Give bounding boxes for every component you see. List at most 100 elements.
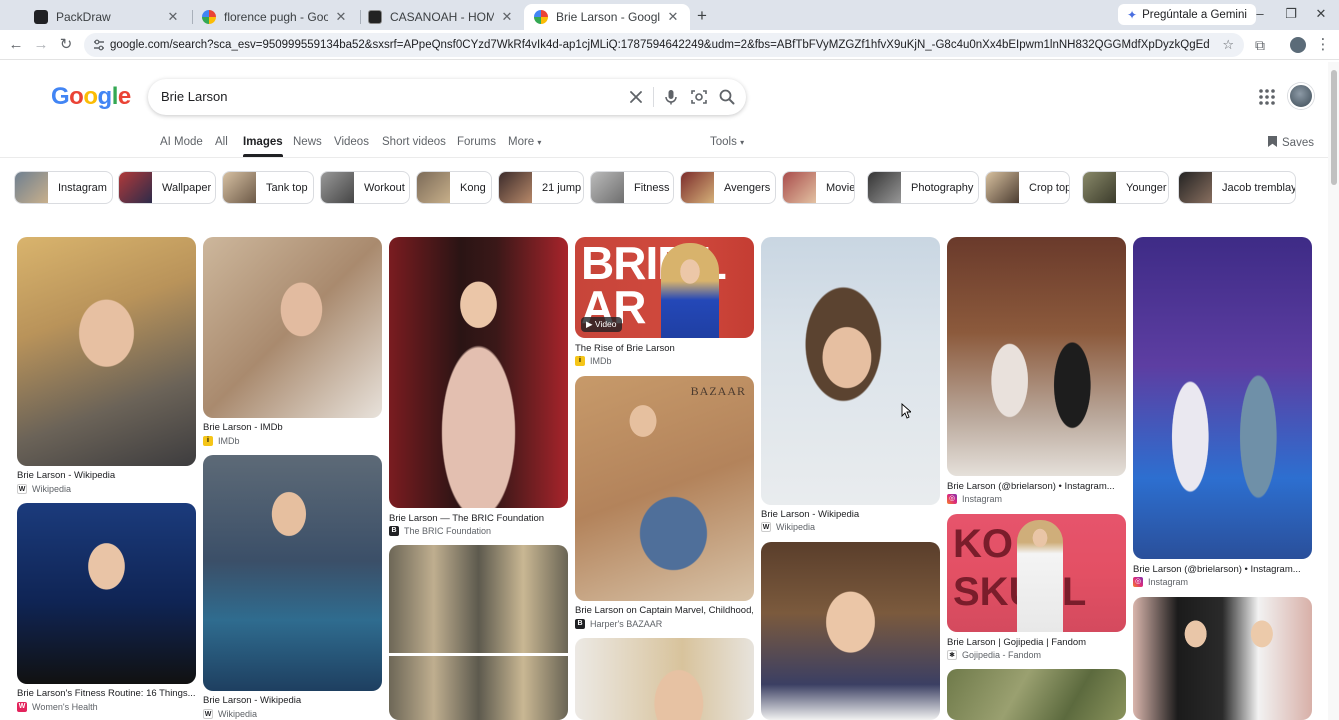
google-logo[interactable]: Google — [51, 83, 131, 111]
profile-avatar-small[interactable] — [1288, 35, 1308, 55]
result-image[interactable] — [203, 455, 382, 691]
browser-menu-icon[interactable]: ⋮ — [1313, 35, 1333, 55]
result-source[interactable]: W Women's Health — [17, 702, 98, 712]
tab-short-videos[interactable]: Short videos — [382, 136, 446, 148]
result-image[interactable]: BRIE LAR ▶ Video — [575, 237, 754, 338]
result-caption[interactable]: The Rise of Brie Larson — [575, 343, 753, 354]
result-image[interactable] — [1133, 597, 1312, 720]
result-image[interactable] — [947, 669, 1126, 720]
chip-jacob-tremblay[interactable]: Jacob tremblay — [1178, 171, 1296, 204]
search-icon[interactable] — [717, 87, 737, 107]
tab-forums[interactable]: Forums — [457, 136, 496, 148]
result-image[interactable] — [947, 237, 1126, 476]
result-caption[interactable]: Brie Larson - Wikipedia — [761, 509, 939, 520]
chip-younger[interactable]: Younger — [1082, 171, 1169, 204]
search-box[interactable]: Brie Larson — [148, 79, 746, 115]
source-label: Harper's BAZAAR — [590, 619, 663, 629]
clear-icon[interactable] — [626, 87, 646, 107]
result-source[interactable]: i IMDb — [575, 356, 612, 366]
tab-brie-larson[interactable]: Brie Larson - Google Search ✕ — [524, 4, 690, 30]
close-icon[interactable]: ✕ — [166, 9, 180, 25]
result-image[interactable] — [17, 503, 196, 684]
result-image[interactable]: KO SKULL — [947, 514, 1126, 632]
site-info-tune-icon[interactable] — [92, 38, 106, 52]
result-image[interactable] — [203, 237, 382, 418]
tools-button[interactable]: Tools ▾ — [710, 136, 744, 148]
result-caption[interactable]: Brie Larson - IMDb — [203, 422, 381, 433]
fandom-icon: ✱ — [947, 650, 957, 660]
chip-tank-top[interactable]: Tank top — [222, 171, 314, 204]
result-image[interactable] — [575, 638, 754, 720]
bookmark-star-icon[interactable]: ☆ — [1222, 37, 1234, 53]
result-source[interactable]: B Harper's BAZAAR — [575, 619, 662, 629]
tab-packdraw[interactable]: PackDraw ✕ — [24, 4, 190, 30]
tab-ai-mode[interactable]: AI Mode — [160, 136, 203, 148]
chip-thumbnail — [499, 172, 532, 203]
tab-images[interactable]: Images — [243, 136, 283, 157]
lens-camera-icon[interactable] — [689, 87, 709, 107]
tab-all[interactable]: All — [215, 136, 228, 148]
result-caption[interactable]: Brie Larson | Gojipedia | Fandom — [947, 637, 1125, 648]
chip-wallpaper[interactable]: Wallpaper — [118, 171, 216, 204]
result-source[interactable]: ◎ Instagram — [1133, 577, 1188, 587]
search-input[interactable]: Brie Larson — [161, 89, 227, 104]
tab-news[interactable]: News — [293, 136, 322, 148]
chip-workout[interactable]: Workout — [320, 171, 410, 204]
result-image[interactable] — [761, 237, 940, 505]
chip-movie[interactable]: Movie — [782, 171, 855, 204]
reload-icon[interactable]: ↻ — [56, 35, 76, 55]
tab-videos[interactable]: Videos — [334, 136, 369, 148]
tab-title: Brie Larson - Google Search — [556, 10, 660, 24]
saves-button[interactable]: Saves — [1268, 136, 1314, 149]
forward-arrow-icon[interactable]: → — [31, 35, 51, 55]
chip-instagram[interactable]: Instagram — [14, 171, 113, 204]
chip-fitness[interactable]: Fitness — [590, 171, 674, 204]
result-source[interactable]: B The BRIC Foundation — [389, 526, 491, 536]
tab-casanoah[interactable]: CASANOAH - HOME ✕ — [358, 4, 524, 30]
chip-photography[interactable]: Photography — [867, 171, 979, 204]
tab-florence-pugh[interactable]: florence pugh - Google Search ✕ — [192, 4, 358, 30]
result-source[interactable]: W Wikipedia — [203, 709, 257, 719]
window-close-icon[interactable]: ✕ — [1311, 6, 1331, 22]
result-image[interactable] — [761, 542, 940, 720]
page-scrollbar-thumb[interactable] — [1331, 70, 1337, 185]
close-icon[interactable]: ✕ — [334, 9, 348, 25]
google-apps-grid-icon[interactable] — [1258, 88, 1276, 106]
ask-gemini-button[interactable]: ✦ Pregúntale a Gemini — [1118, 4, 1256, 25]
microphone-icon[interactable] — [661, 87, 681, 107]
result-image[interactable] — [389, 545, 568, 720]
account-avatar[interactable] — [1288, 83, 1314, 109]
result-image[interactable]: BAZAAR — [575, 376, 754, 601]
tab-more[interactable]: More ▾ — [508, 136, 541, 148]
result-caption[interactable]: Brie Larson on Captain Marvel, Childhood… — [575, 605, 753, 616]
extensions-puzzle-icon[interactable]: ⧉ — [1250, 35, 1270, 55]
result-image[interactable] — [17, 237, 196, 466]
result-caption[interactable]: Brie Larson - Wikipedia — [203, 695, 381, 706]
close-icon[interactable]: ✕ — [666, 9, 680, 25]
chip-avengers[interactable]: Avengers — [680, 171, 776, 204]
chip-kong[interactable]: Kong — [416, 171, 492, 204]
back-arrow-icon[interactable]: ← — [6, 35, 26, 55]
new-tab-plus-icon[interactable]: + — [692, 6, 712, 26]
source-label: Women's Health — [32, 702, 98, 712]
result-source[interactable]: W Wikipedia — [17, 484, 71, 494]
chip-crop-top[interactable]: Crop top — [985, 171, 1070, 204]
result-caption[interactable]: Brie Larson's Fitness Routine: 16 Things… — [17, 688, 195, 699]
result-source[interactable]: ✱ Gojipedia - Fandom — [947, 650, 1041, 660]
chip-thumbnail — [986, 172, 1019, 203]
minimize-icon[interactable]: – — [1250, 6, 1270, 21]
result-image[interactable] — [1133, 237, 1312, 559]
result-source[interactable]: ◎ Instagram — [947, 494, 1002, 504]
restore-icon[interactable]: ❐ — [1281, 6, 1301, 22]
result-source[interactable]: W Wikipedia — [761, 522, 815, 532]
result-source[interactable]: i IMDb — [203, 436, 240, 446]
close-icon[interactable]: ✕ — [500, 9, 514, 25]
result-caption[interactable]: Brie Larson - Wikipedia — [17, 470, 195, 481]
result-image[interactable] — [389, 237, 568, 508]
result-caption[interactable]: Brie Larson (@brielarson) • Instagram... — [947, 481, 1125, 492]
tools-label: Tools — [710, 136, 737, 148]
result-caption[interactable]: Brie Larson (@brielarson) • Instagram... — [1133, 564, 1311, 575]
address-bar[interactable]: google.com/search?sca_esv=950999559134ba… — [84, 33, 1244, 57]
chip-21-jump[interactable]: 21 jump — [498, 171, 584, 204]
result-caption[interactable]: Brie Larson — The BRIC Foundation — [389, 513, 567, 524]
